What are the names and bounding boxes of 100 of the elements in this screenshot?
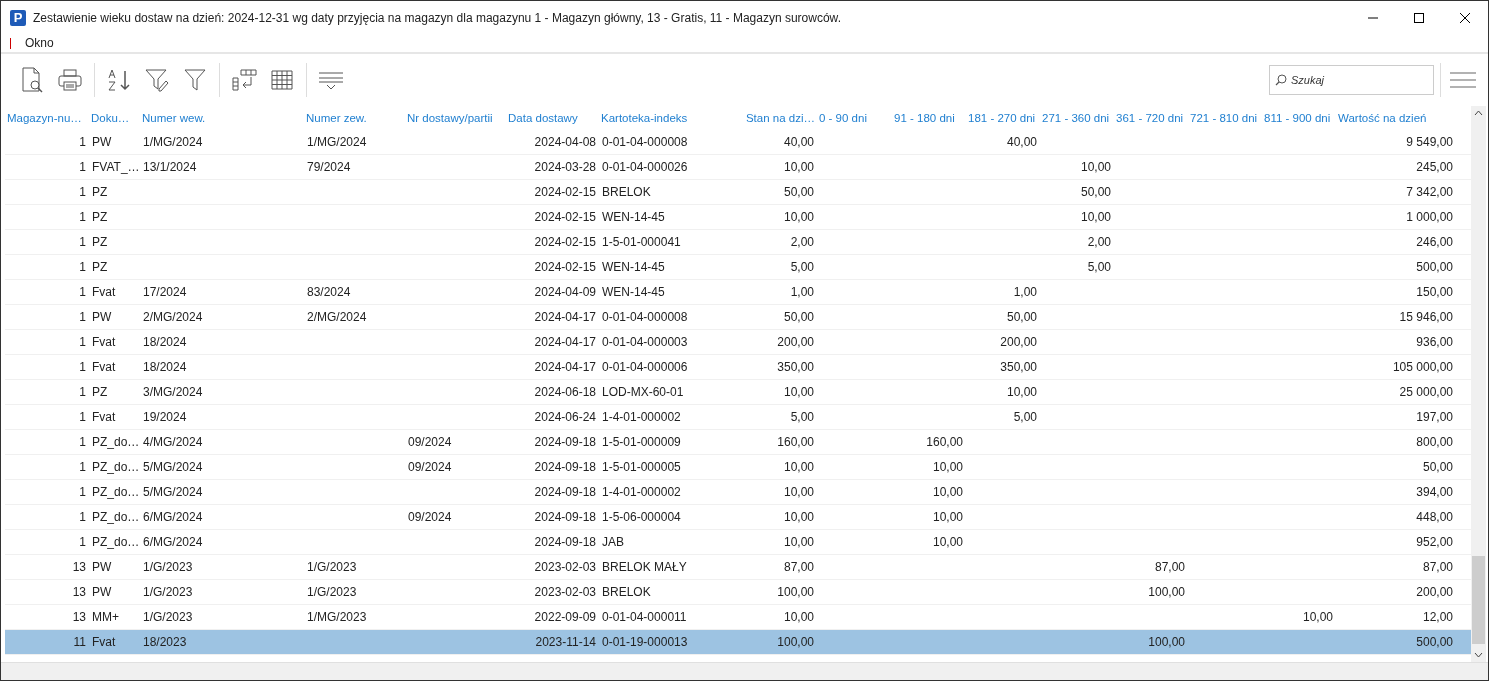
table-cell-text: 10,00	[1079, 210, 1112, 224]
table-row[interactable]: 1 PZ_do… 4/MG/2024 09/2024 2024-09-18 1-5-01-000009 160,00 160,00 800,00	[5, 430, 1471, 455]
table-row[interactable]: 13 PW 1/G/2023 1/G/2023 2023-02-03 BRELOK 100,00 100,00 200,00	[5, 580, 1471, 605]
table-cell-text: 1	[78, 210, 87, 224]
table-cell-text: 1/G/2023	[306, 585, 358, 599]
table-cell-text: PZ_do…	[91, 435, 140, 449]
table-cell-text: 245,00	[1415, 160, 1454, 174]
menu-item[interactable]: Okno	[25, 36, 54, 50]
table-cell-text: 1	[78, 160, 87, 174]
column-header[interactable]: Stan na dzi…	[700, 112, 817, 124]
table-cell-text: 1	[78, 260, 87, 274]
column-header[interactable]: Numer wew.	[140, 112, 304, 124]
table-cell-text: 1	[78, 285, 87, 299]
table-cell-text: 394,00	[1415, 485, 1454, 499]
column-header[interactable]: Doku…	[89, 112, 140, 124]
table-cell-text: 10,00	[1301, 610, 1334, 624]
cursor-mark	[10, 37, 11, 49]
table-cell-text: 2024-04-17	[533, 335, 597, 349]
table-cell-text: 0-01-04-000006	[601, 360, 689, 374]
table-cell-text: 5/MG/2024	[142, 485, 204, 499]
table-cell-text: 50,00	[1005, 310, 1038, 324]
column-header[interactable]: Data dostawy	[506, 112, 599, 124]
table-cell-text: 50,00	[782, 310, 815, 324]
table-cell-text: 2023-11-14	[534, 635, 597, 649]
table-cell-text: 100,00	[776, 635, 815, 649]
table-row[interactable]: 1 PZ_do… 5/MG/2024 09/2024 2024-09-18 1-5-01-000005 10,00 10,00 50,00	[5, 455, 1471, 480]
table-row[interactable]: 1 PW 1/MG/2024 1/MG/2024 2024-04-08 0-01-04-000008 40,00 40,00 9 549,00	[5, 130, 1471, 155]
table-cell-text: 5,00	[1012, 410, 1038, 424]
column-header[interactable]: Wartość na dzień	[1336, 112, 1456, 124]
column-header[interactable]: Kartoteka-indeks	[599, 112, 700, 124]
table-cell-text: 200,00	[1415, 585, 1454, 599]
table-cell-text: PZ_do…	[91, 485, 140, 499]
table-cell-text: 200,00	[776, 335, 815, 349]
table-cell-text: 2024-09-18	[533, 485, 597, 499]
table-cell-text: 0-01-19-000013	[601, 635, 689, 649]
table-row[interactable]: 1 PZ_do… 6/MG/2024 09/2024 2024-09-18 1-5-06-000004 10,00 10,00 448,00	[5, 505, 1471, 530]
search-field[interactable]: Szukaj	[1269, 65, 1434, 95]
table-cell-text: 1,00	[1012, 285, 1038, 299]
table-cell-text: 2024-09-18	[533, 535, 597, 549]
table-row[interactable]: 1 PZ_do… 6/MG/2024 2024-09-18 JAB 10,00 10,00 952,00	[5, 530, 1471, 555]
table-cell-text: 1	[78, 335, 87, 349]
table-row[interactable]: 1 PZ 2024-02-15 1-5-01-000041 2,00 2,00 246,00	[5, 230, 1471, 255]
table-cell-text: 50,00	[1079, 185, 1112, 199]
table-row[interactable]: 1 PZ 3/MG/2024 2024-06-18 LOD-MX-60-01 10,00 10,00 25 000,00	[5, 380, 1471, 405]
table-cell-text: 2024-06-24	[533, 410, 597, 424]
table-row[interactable]: 1 PZ_do… 5/MG/2024 2024-09-18 1-4-01-000002 10,00 10,00 394,00	[5, 480, 1471, 505]
table-row[interactable]: 13 PW 1/G/2023 1/G/2023 2023-02-03 BRELOK MAŁY 87,00 87,00 87,00	[5, 555, 1471, 580]
column-header[interactable]: Numer zew.	[304, 112, 405, 124]
table-row[interactable]: 1 Fvat 18/2024 2024-04-17 0-01-04-000006 350,00 350,00 105 000,00	[5, 355, 1471, 380]
column-header[interactable]: 0 - 90 dni	[817, 112, 892, 124]
table-row[interactable]: 1 PW 2/MG/2024 2/MG/2024 2024-04-17 0-01-04-000008 50,00 50,00 15 946,00	[5, 305, 1471, 330]
table-cell-text: 09/2024	[407, 510, 453, 524]
table-cell-text: 5,00	[789, 260, 815, 274]
column-header[interactable]: 811 - 900 dni	[1262, 112, 1336, 124]
table-cell-text: PZ_do…	[91, 460, 140, 474]
column-header[interactable]: Nr dostawy/partii	[405, 112, 506, 124]
table-row[interactable]: 1 PZ 2024-02-15 BRELOK 50,00 50,00 7 342,00	[5, 180, 1471, 205]
table-cell-text: 1,00	[789, 285, 815, 299]
horizontal-scrollbar[interactable]	[1, 662, 1488, 680]
table-cell-text: 5,00	[1086, 260, 1112, 274]
column-header[interactable]: Magazyn-nu…	[5, 112, 89, 124]
table-row[interactable]: 11 Fvat 18/2023 2023-11-14 0-01-19-000013 100,00 100,00 500,00	[5, 630, 1471, 655]
table-cell-text: 6/MG/2024	[142, 535, 204, 549]
vertical-scrollbar[interactable]	[1471, 106, 1486, 662]
table-row[interactable]: 1 Fvat 18/2024 2024-04-17 0-01-04-000003 200,00 200,00 936,00	[5, 330, 1471, 355]
table-cell-text: 1/MG/2024	[306, 135, 368, 149]
table-cell-text: PZ	[91, 235, 109, 249]
column-header[interactable]: 361 - 720 dni	[1114, 112, 1188, 124]
table-row[interactable]: 1 Fvat 19/2024 2024-06-24 1-4-01-000002 5,00 5,00 197,00	[5, 405, 1471, 430]
table-cell-text: 1	[78, 385, 87, 399]
grid-icon	[271, 70, 293, 90]
table-cell-text: 2024-04-09	[533, 285, 597, 299]
maximize-icon	[1413, 11, 1425, 24]
table-row[interactable]: 1 Fvat 17/2024 83/2024 2024-04-09 WEN-14-45 1,00 1,00 150,00	[5, 280, 1471, 305]
table-cell-text: 11	[72, 635, 87, 649]
scroll-thumb[interactable]	[1472, 556, 1485, 644]
table-cell-text: 1/G/2023	[142, 610, 194, 624]
table-cell-text: 79/2024	[306, 160, 352, 174]
column-header[interactable]: 271 - 360 dni	[1040, 112, 1114, 124]
table-cell-text: PZ	[91, 385, 109, 399]
table-row[interactable]: 1 FVAT_… 13/1/2024 79/2024 2024-03-28 0-01-04-000026 10,00 10,00 245,00	[5, 155, 1471, 180]
table-cell-text: 2024-02-15	[533, 185, 597, 199]
sort-icon	[106, 68, 132, 92]
table-row[interactable]: 1 PZ 2024-02-15 WEN-14-45 10,00 10,00 1 000,00	[5, 205, 1471, 230]
column-header[interactable]: 91 - 180 dni	[892, 112, 966, 124]
table-cell-text: 200,00	[999, 335, 1038, 349]
table-row[interactable]: 1 PZ 2024-02-15 WEN-14-45 5,00 5,00 500,00	[5, 255, 1471, 280]
table-cell-text: 2024-09-18	[533, 435, 597, 449]
column-header[interactable]: 181 - 270 dni	[966, 112, 1040, 124]
table-cell-text: 1	[78, 310, 87, 324]
table-cell-text: 160,00	[925, 435, 964, 449]
column-header[interactable]: 721 - 810 dni	[1188, 112, 1262, 124]
table-cell-text: 1-4-01-000002	[601, 410, 682, 424]
table-cell-text: 0-01-04-000011	[601, 610, 688, 624]
table-cell-text: 1 000,00	[1405, 210, 1454, 224]
table-cell-text: 2024-02-15	[533, 210, 597, 224]
table-cell-text: 87,00	[782, 560, 815, 574]
table-cell-text: 500,00	[1415, 635, 1454, 649]
table-cell-text: 4/MG/2024	[142, 435, 204, 449]
table-cell-text: 0-01-04-000008	[601, 135, 689, 149]
